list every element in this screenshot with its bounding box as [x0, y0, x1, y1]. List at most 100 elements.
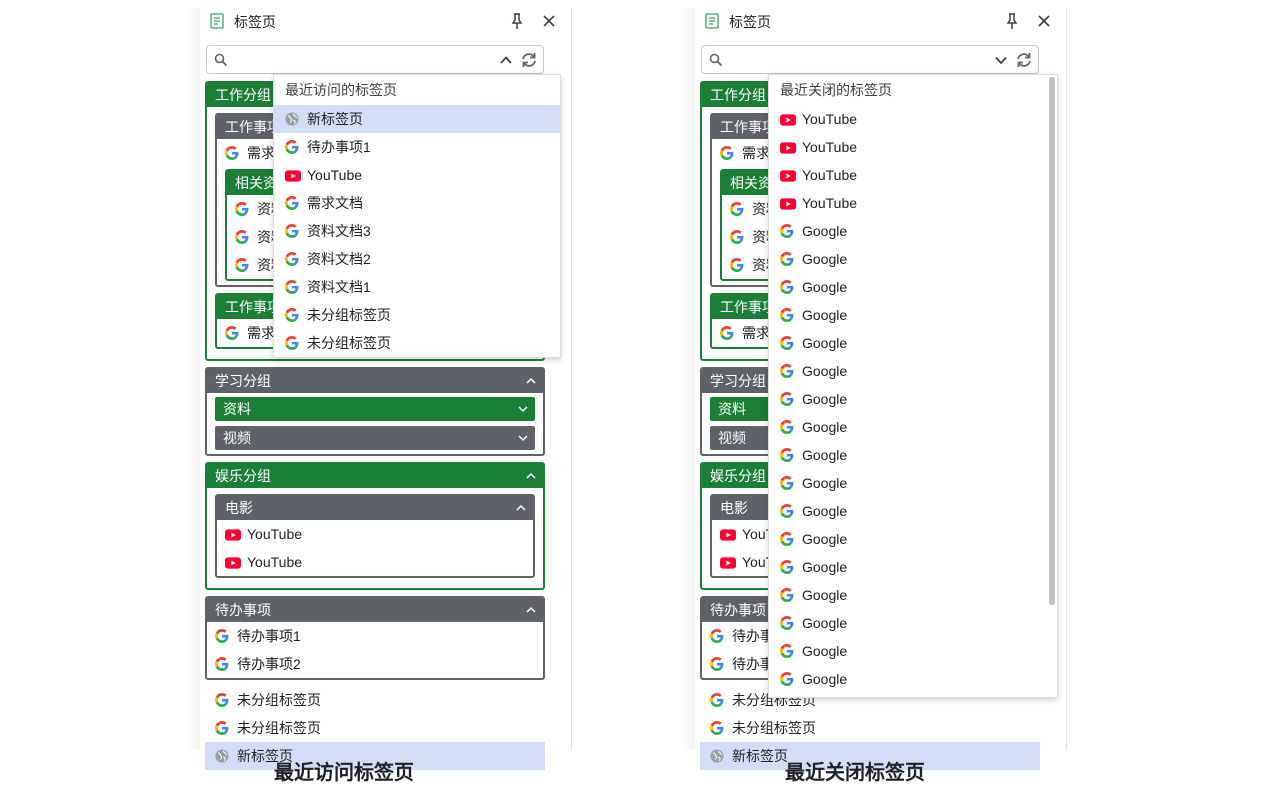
- group-entertainment: 娱乐分组 电影 YouTube YouTube: [205, 462, 545, 590]
- group-header[interactable]: 待办事项: [207, 598, 543, 622]
- pin-icon[interactable]: [508, 12, 526, 30]
- dropdown-item[interactable]: YouTube: [769, 189, 1057, 217]
- dropdown-item[interactable]: Google: [769, 553, 1057, 581]
- dropdown-item[interactable]: 需求文档: [274, 189, 560, 217]
- dropdown-item[interactable]: 新标签页: [274, 105, 560, 133]
- google-icon: [225, 321, 239, 340]
- close-icon[interactable]: [540, 12, 558, 30]
- dropdown-item[interactable]: Google: [769, 385, 1057, 413]
- dropdown-item-label: Google: [802, 419, 848, 435]
- search-bar: [701, 45, 1039, 74]
- subgroup-header[interactable]: 视频: [215, 426, 535, 450]
- group-header[interactable]: 娱乐分组: [207, 464, 543, 488]
- titlebar: 标签页: [695, 8, 1067, 36]
- dropdown-item[interactable]: 待办事项1: [274, 133, 560, 161]
- dropdown-item[interactable]: Google: [769, 413, 1057, 441]
- dropdown-item[interactable]: YouTube: [769, 133, 1057, 161]
- google-icon: [285, 303, 299, 322]
- group-title: 娱乐分组: [710, 468, 766, 484]
- search-input[interactable]: [233, 49, 495, 70]
- dropdown-item[interactable]: 资料文档2: [274, 245, 560, 273]
- tab-label: 未分组标签页: [237, 692, 321, 708]
- dropdown-item[interactable]: 资料文档3: [274, 217, 560, 245]
- dropdown-item-label: 待办事项1: [307, 139, 371, 155]
- dropdown-item-label: YouTube: [307, 167, 363, 183]
- tab-row[interactable]: 未分组标签页: [205, 714, 545, 742]
- panel-border: [1066, 8, 1067, 750]
- dropdown-item-label: Google: [802, 503, 848, 519]
- scrollbar[interactable]: [1049, 77, 1055, 605]
- close-icon[interactable]: [1035, 12, 1053, 30]
- youtube-icon: [780, 191, 796, 210]
- google-icon: [720, 321, 734, 340]
- tab-row[interactable]: YouTube: [217, 548, 533, 576]
- dropdown-item[interactable]: Google: [769, 329, 1057, 357]
- dropdown-item-label: Google: [802, 279, 848, 295]
- subgroup-header[interactable]: 电影: [217, 496, 533, 520]
- globe-icon: [285, 107, 299, 126]
- tab-row[interactable]: 未分组标签页: [700, 714, 1040, 742]
- subgroup-header[interactable]: 资料: [215, 397, 535, 421]
- chevron-down-icon[interactable]: [994, 53, 1008, 67]
- dropdown-item-label: Google: [802, 251, 848, 267]
- dropdown-item-label: 未分组标签页: [307, 307, 391, 323]
- dropdown-item[interactable]: Google: [769, 301, 1057, 329]
- youtube-icon: [225, 550, 241, 569]
- dropdown-item[interactable]: Google: [769, 609, 1057, 637]
- google-icon: [215, 688, 229, 707]
- google-icon: [235, 225, 249, 244]
- sync-icon[interactable]: [1014, 51, 1034, 69]
- dropdown-item-label: 未分组标签页: [307, 335, 391, 351]
- dropdown-item[interactable]: Google: [769, 637, 1057, 665]
- google-icon: [235, 197, 249, 216]
- dropdown-item[interactable]: Google: [769, 441, 1057, 469]
- pin-icon[interactable]: [1003, 12, 1021, 30]
- tab-row[interactable]: 待办事项1: [207, 622, 543, 650]
- google-icon: [780, 331, 794, 350]
- dropdown-item[interactable]: YouTube: [769, 105, 1057, 133]
- dropdown-item[interactable]: Google: [769, 245, 1057, 273]
- dropdown-item[interactable]: Google: [769, 217, 1057, 245]
- chevron-up-icon[interactable]: [499, 53, 513, 67]
- group-todo: 待办事项 待办事项1 待办事项2: [205, 596, 545, 680]
- dropdown-item-label: Google: [802, 335, 848, 351]
- dropdown-item-label: 新标签页: [307, 111, 363, 127]
- dropdown-item[interactable]: 未分组标签页: [274, 301, 560, 329]
- google-icon: [730, 253, 744, 272]
- youtube-icon: [720, 550, 736, 569]
- google-icon: [215, 716, 229, 735]
- dropdown-item[interactable]: Google: [769, 357, 1057, 385]
- dropdown-item[interactable]: 资料文档1: [274, 273, 560, 301]
- group-title: 待办事项: [710, 602, 766, 618]
- dropdown-item-label: Google: [802, 391, 848, 407]
- google-icon: [780, 611, 794, 630]
- search-bar: [206, 45, 544, 74]
- dropdown-item-label: 资料文档3: [307, 223, 371, 239]
- recent-visited-dropdown: 最近访问的标签页 新标签页 待办事项1 YouTube 需求文档 资料文档3 资…: [273, 74, 561, 358]
- dropdown-item[interactable]: YouTube: [274, 161, 560, 189]
- tab-row[interactable]: 待办事项2: [207, 650, 543, 678]
- google-icon: [215, 652, 229, 671]
- tab-row[interactable]: 未分组标签页: [205, 686, 545, 714]
- dropdown-item[interactable]: Google: [769, 525, 1057, 553]
- dropdown-item[interactable]: Google: [769, 273, 1057, 301]
- group-header[interactable]: 学习分组: [207, 369, 543, 393]
- dropdown-item[interactable]: Google: [769, 665, 1057, 693]
- chevron-up-icon: [516, 504, 526, 511]
- google-icon: [780, 387, 794, 406]
- dropdown-item-label: Google: [802, 587, 848, 603]
- document-icon: [210, 13, 224, 29]
- dropdown-item[interactable]: YouTube: [769, 161, 1057, 189]
- tab-label: YouTube: [247, 526, 303, 542]
- tab-label: 未分组标签页: [237, 720, 321, 736]
- search-input[interactable]: [728, 49, 990, 70]
- dropdown-item-label: Google: [802, 223, 848, 239]
- dropdown-item[interactable]: Google: [769, 581, 1057, 609]
- panel-title: 标签页: [729, 14, 771, 30]
- tab-row[interactable]: YouTube: [217, 520, 533, 548]
- sync-icon[interactable]: [519, 51, 539, 69]
- dropdown-item[interactable]: Google: [769, 469, 1057, 497]
- google-icon: [710, 688, 724, 707]
- dropdown-item[interactable]: 未分组标签页: [274, 329, 560, 357]
- dropdown-item[interactable]: Google: [769, 497, 1057, 525]
